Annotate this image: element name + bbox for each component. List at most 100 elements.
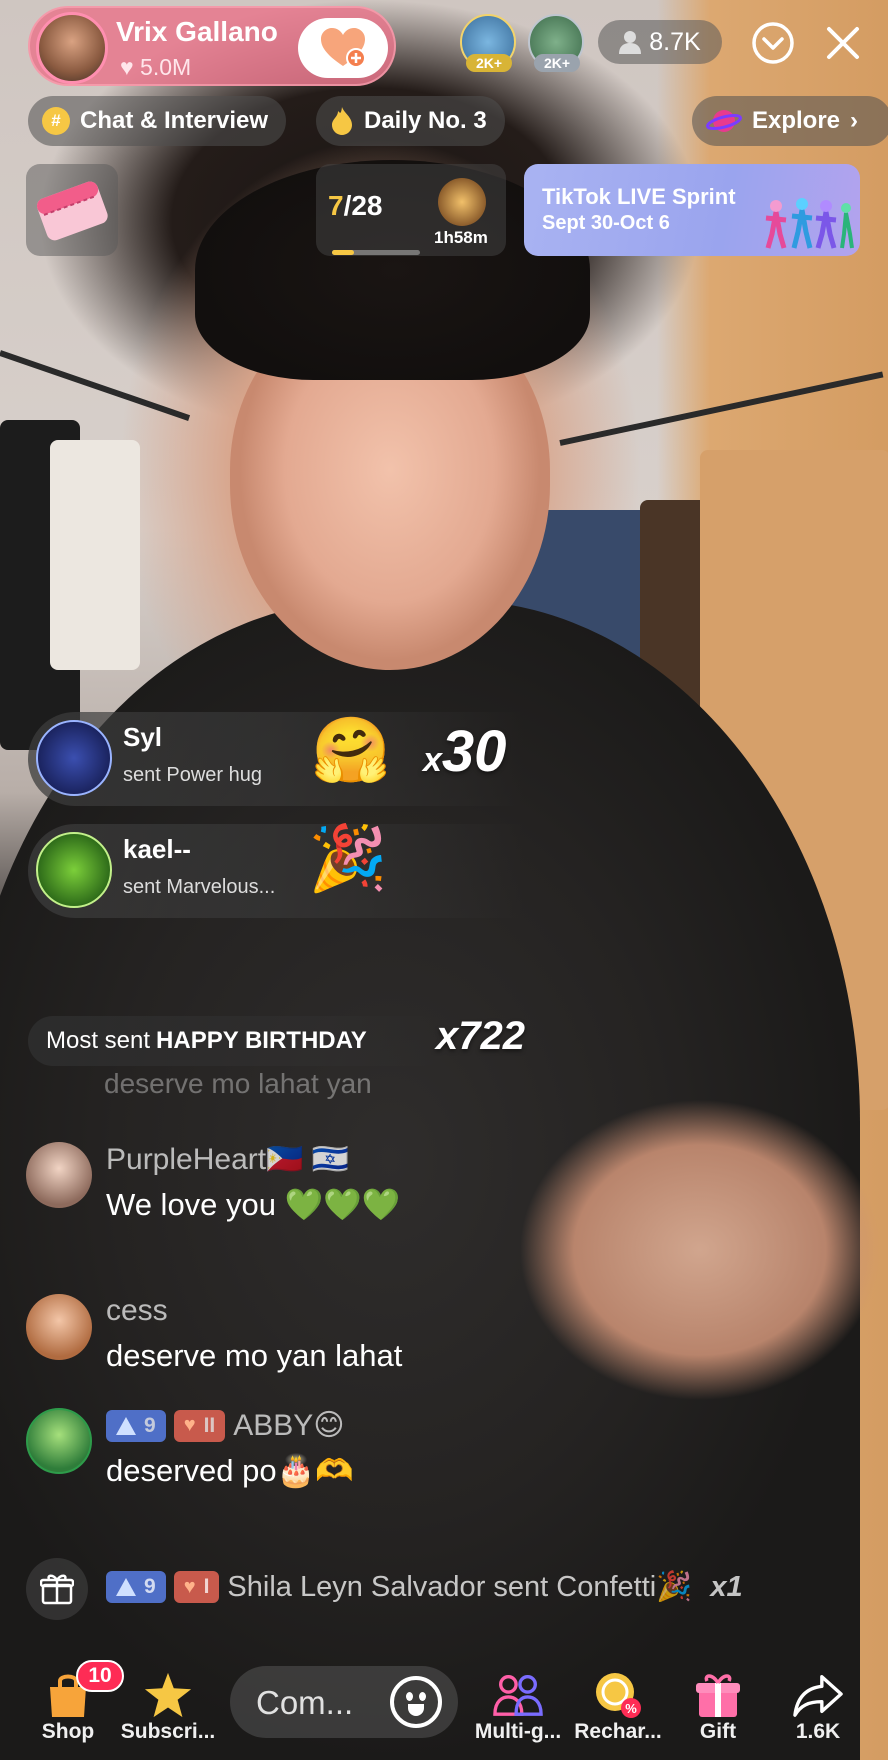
level-triangle-icon xyxy=(116,1578,136,1596)
commenter-avatar[interactable] xyxy=(26,1294,92,1360)
rank-trophy-icon xyxy=(438,178,486,226)
bottom-toolbar: 10 Shop Subscri... Com... Multi-g... % R… xyxy=(0,1650,888,1760)
gift-combo-count: x30 xyxy=(423,718,506,785)
collapse-button[interactable] xyxy=(746,16,800,70)
viewer-count-value: 8.7K xyxy=(649,27,701,56)
hashtag-icon: # xyxy=(42,107,70,135)
ticket-box-icon xyxy=(37,181,108,241)
subscribe-button[interactable]: Subscri... xyxy=(118,1650,218,1760)
commenter-avatar[interactable] xyxy=(26,1408,92,1474)
follow-button[interactable] xyxy=(298,18,388,78)
recharge-label: Rechar... xyxy=(574,1720,662,1743)
gift-combo-prefix: x xyxy=(423,741,442,779)
live-stream-screen: Vrix Gallano ♥ 5.0M 2K+ 2K+ 8.7K # Chat … xyxy=(0,0,888,1760)
gift-notification: kael-- sent Marvelous... 🎉 xyxy=(28,824,648,918)
fan-club-level: II xyxy=(203,1413,216,1437)
share-button[interactable]: 1.6K xyxy=(768,1650,868,1760)
gift-outline-icon xyxy=(40,1574,74,1605)
fan-club-badge: ♥ I xyxy=(173,1571,220,1603)
host-likes-count: 5.0M xyxy=(140,54,192,80)
fan-club-level: I xyxy=(203,1575,210,1598)
sprint-title: TikTok LIVE Sprint xyxy=(542,184,736,209)
daily-rank-label: Daily No. 3 xyxy=(364,107,487,134)
emoji-icon[interactable] xyxy=(390,1676,442,1728)
system-message-count: x1 xyxy=(710,1570,743,1603)
viewer-count[interactable]: 8.7K xyxy=(598,20,722,64)
user-level-value: 9 xyxy=(144,1575,156,1598)
gifter-name[interactable]: Syl xyxy=(123,722,162,753)
dancers-icon xyxy=(765,198,854,249)
heart-icon: ♥ xyxy=(183,1414,196,1436)
gift-action: sent Power hug xyxy=(123,764,262,786)
chevron-down-circle-icon xyxy=(752,22,794,64)
coin-icon: % xyxy=(593,1670,643,1720)
gifter-name[interactable]: kael-- xyxy=(123,834,191,865)
star-icon xyxy=(143,1670,193,1720)
multi-guest-label: Multi-g... xyxy=(474,1720,562,1743)
commenter-name[interactable]: cess xyxy=(106,1294,168,1328)
planet-icon xyxy=(706,110,742,132)
viewer-rank-badge: 2K+ xyxy=(534,54,580,72)
sprint-dates: Sept 30-Oct 6 xyxy=(542,212,670,234)
subscribe-label: Subscri... xyxy=(120,1720,216,1743)
comment-input[interactable]: Com... xyxy=(230,1666,458,1738)
clothes-rack xyxy=(0,350,191,421)
comment-text: deserved po🎂🫶 xyxy=(106,1453,354,1488)
system-message-text-row: 9 ♥ I Shila Leyn Salvador sent Confetti🎉 … xyxy=(106,1570,743,1604)
commenter-avatar[interactable] xyxy=(26,1142,92,1208)
background-clothing xyxy=(50,440,140,670)
close-button[interactable] xyxy=(816,16,870,70)
commenter-name[interactable]: ABBY😊 xyxy=(233,1408,344,1443)
host-info[interactable]: Vrix Gallano ♥ 5.0M xyxy=(28,6,396,86)
rank-total: /28 xyxy=(343,190,383,221)
host-avatar[interactable] xyxy=(36,12,108,84)
viewer-rank-badge: 2K+ xyxy=(466,54,512,72)
close-icon xyxy=(827,27,859,59)
share-count: 1.6K xyxy=(795,1720,841,1743)
fan-club-badge: ♥ II xyxy=(173,1409,226,1442)
treasure-box-button[interactable] xyxy=(26,164,118,256)
marvelous-confetti-gift-icon: 🎉 xyxy=(308,822,388,894)
gifter-avatar[interactable] xyxy=(36,832,112,908)
rank-position: 7/28 xyxy=(328,190,383,222)
person-icon xyxy=(619,31,642,54)
user-level-value: 9 xyxy=(144,1413,156,1437)
gift-button[interactable]: Gift xyxy=(668,1650,768,1760)
host-name: Vrix Gallano xyxy=(116,16,278,47)
commenter-header[interactable]: 9 ♥ II ABBY😊 xyxy=(106,1408,345,1443)
gifter-avatar[interactable] xyxy=(36,720,112,796)
user-level-badge: 9 xyxy=(106,1571,166,1603)
rank-progress-bar xyxy=(332,250,420,255)
live-sprint-banner[interactable]: TikTok LIVE Sprint Sept 30-Oct 6 xyxy=(524,164,860,256)
most-sent-gift: HAPPY BIRTHDAY xyxy=(156,1027,367,1054)
heart-icon: ♥ xyxy=(120,54,134,80)
faded-comment: deserve mo lahat yan xyxy=(104,1068,372,1099)
heart-plus-icon xyxy=(321,28,365,68)
gift-label: Gift xyxy=(699,1720,737,1743)
explore-button[interactable]: Explore › xyxy=(692,96,888,146)
hourly-ranking-widget[interactable]: 7/28 1h58m xyxy=(316,164,506,256)
commenter-name[interactable]: PurpleHeart🇵🇭 🇮🇱 xyxy=(106,1142,349,1177)
power-hug-gift-icon: 🤗 xyxy=(311,714,391,786)
shop-label: Shop xyxy=(41,1720,95,1743)
streamer-hands xyxy=(520,1090,880,1420)
gift-notification: Syl sent Power hug 🤗 x30 xyxy=(28,712,648,806)
recharge-button[interactable]: % Rechar... xyxy=(568,1650,668,1760)
rank-timer: 1h58m xyxy=(434,228,488,247)
daily-rank-tag[interactable]: Daily No. 3 xyxy=(316,96,505,146)
chevron-right-icon: › xyxy=(850,107,859,134)
rank-progress-fill xyxy=(332,250,354,255)
heart-icon: ♥ xyxy=(183,1575,196,1598)
top-viewer-avatar[interactable]: 2K+ xyxy=(528,14,584,72)
clothes-rack xyxy=(559,371,884,446)
multi-guest-button[interactable]: Multi-g... xyxy=(468,1650,568,1760)
shop-button[interactable]: 10 Shop xyxy=(18,1650,124,1760)
top-viewer-avatar[interactable]: 2K+ xyxy=(460,14,516,72)
host-likes: ♥ 5.0M xyxy=(120,54,191,81)
chat-interview-tag[interactable]: # Chat & Interview xyxy=(28,96,287,146)
gift-box-button[interactable] xyxy=(26,1558,88,1620)
shop-count-badge: 10 xyxy=(76,1660,124,1692)
comment-placeholder: Com... xyxy=(256,1684,354,1721)
level-triangle-icon xyxy=(116,1416,136,1435)
gift-action: sent Marvelous... xyxy=(123,876,276,898)
